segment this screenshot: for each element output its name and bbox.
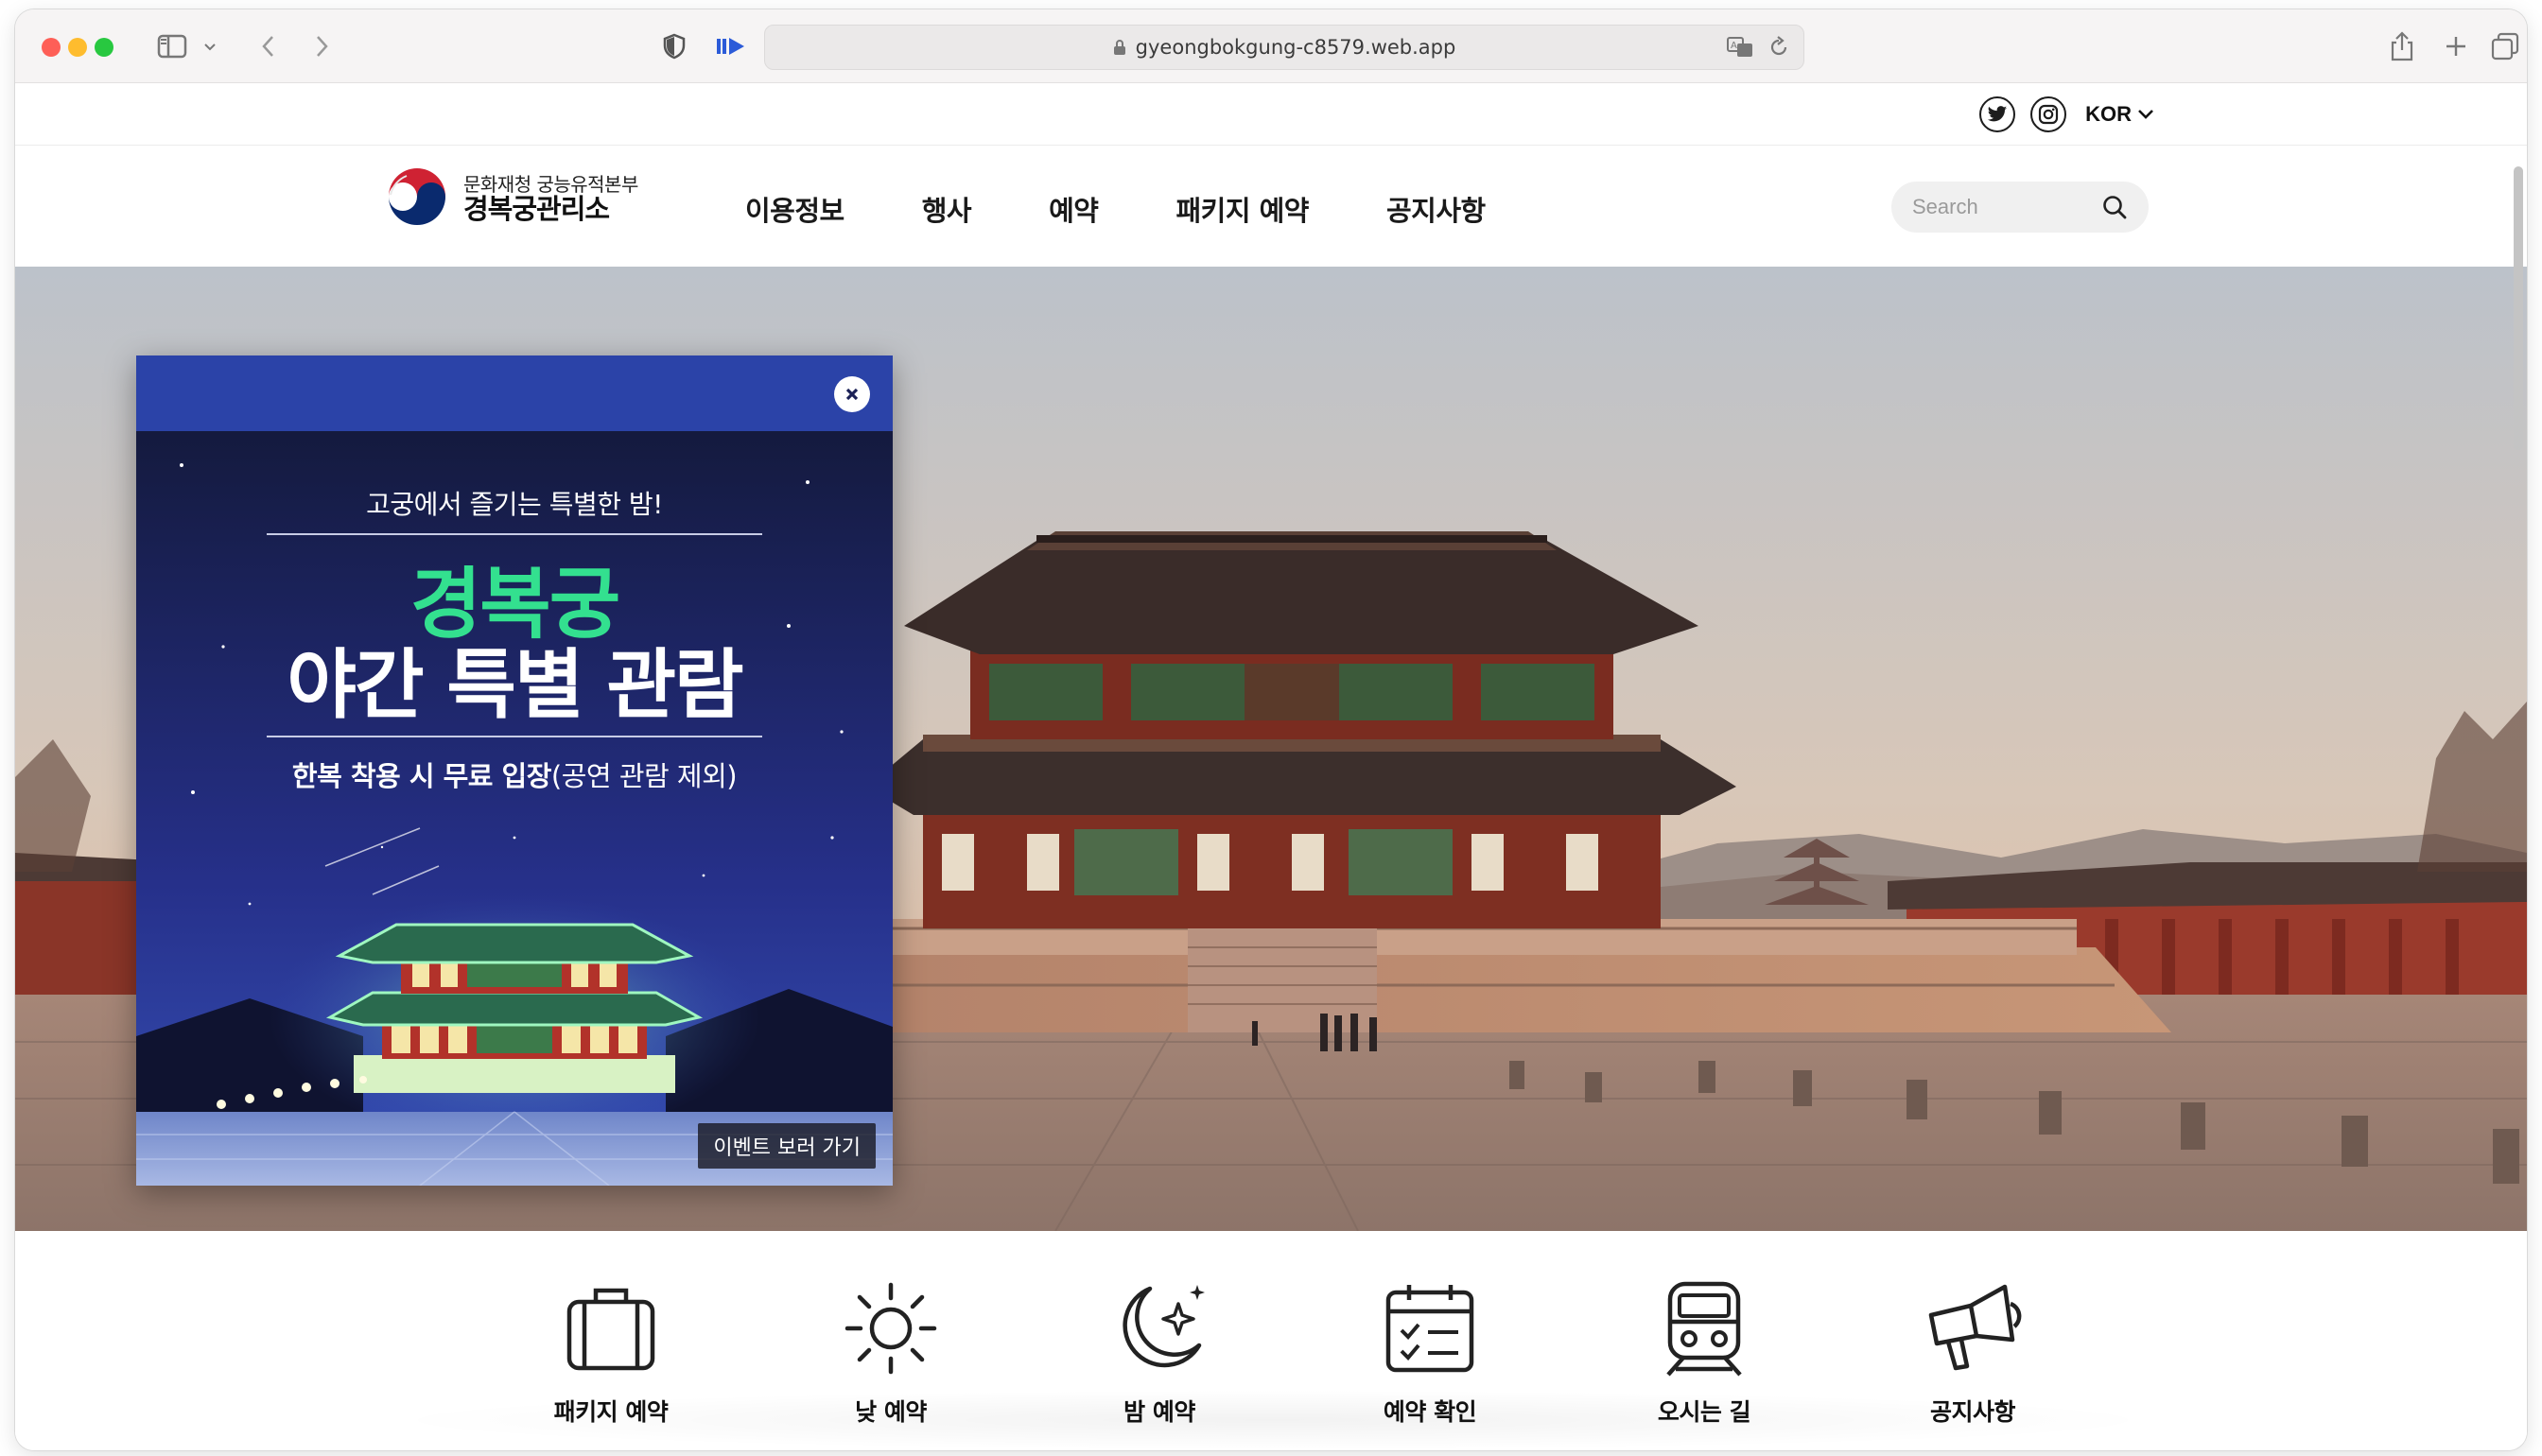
main-navigation: 문화재청 궁능유적본부 경복궁관리소 이용정보 행사 예약 패키지 예약 공지사… [15,146,2527,267]
megaphone-icon [1928,1284,2022,1371]
shield-icon [663,33,686,60]
chevron-right-icon [317,36,328,57]
menu-item-events[interactable]: 행사 [922,189,972,229]
popup-title-night-tour: 야간 특별 관람 [287,641,743,729]
svg-text:A: A [1731,41,1737,51]
sun-icon [844,1282,937,1375]
menu-item-package-reservation[interactable]: 패키지 예약 [1175,189,1309,229]
quick-check-reservation[interactable]: 예약 확인 [1335,1276,1524,1428]
chevron-down-icon [204,43,216,51]
quick-notice[interactable]: 공지사항 [1878,1276,2067,1428]
quick-label: 예약 확인 [1383,1398,1477,1426]
url-text: gyeongbokgung-c8579.web.app [1135,36,1456,59]
translate-icon[interactable]: A [1726,34,1754,61]
search-icon[interactable] [2101,194,2128,220]
hero-banner: 고궁에서 즐기는 특별한 밤! 경복궁 야간 특별 관람 한복 착용 시 무료 … [15,267,2527,1231]
taegeuk-logo-icon [387,168,447,230]
browser-window: gyeongbokgung-c8579.web.app A KOR 문화재청 궁… [15,9,2527,1450]
quick-night-reservation[interactable]: 밤 예약 [1065,1276,1254,1428]
quick-package-reservation[interactable]: 패키지 예약 [516,1276,705,1428]
site-logo[interactable]: 문화재청 궁능유적본부 경복궁관리소 [384,166,638,233]
sidebar-toggle-button[interactable] [157,30,189,62]
instagram-link[interactable] [2030,96,2067,132]
menu-bar: 이용정보 행사 예약 패키지 예약 공지사항 [745,189,1563,229]
share-button[interactable] [2389,30,2415,62]
quick-label: 공지사항 [1929,1398,2016,1426]
forward-button[interactable] [312,30,331,62]
quick-label: 낮 예약 [855,1398,927,1426]
quick-label: 오시는 길 [1657,1398,1751,1426]
web-page: KOR 문화재청 궁능유적본부 경복궁관리소 이용정보 행사 예약 패키지 예약… [15,83,2527,1450]
twitter-icon [1988,106,2008,122]
instagram-icon [2039,104,2059,125]
language-label: KOR [2085,102,2132,126]
popup-note-rest: (공연 관람 제외) [550,760,738,792]
moon-icon [1123,1285,1205,1368]
calendar-check-icon [1385,1285,1474,1373]
close-window-button[interactable] [42,38,61,57]
menu-item-reservation[interactable]: 예약 [1049,189,1099,229]
popup-content[interactable]: 고궁에서 즐기는 특별한 밤! 경복궁 야간 특별 관람 한복 착용 시 무료 … [136,431,893,1186]
reload-icon[interactable] [1767,34,1790,61]
lock-icon [1113,40,1125,55]
menu-item-notice[interactable]: 공지사항 [1386,189,1486,229]
search-box [1891,182,2149,233]
popup-note-bold: 한복 착용 시 무료 입장 [291,760,552,792]
twitter-link[interactable] [1979,96,2016,132]
address-bar[interactable]: gyeongbokgung-c8579.web.app A [764,25,1804,70]
quick-directions[interactable]: 오시는 길 [1610,1276,1799,1428]
tab-overview-button[interactable] [2491,30,2519,62]
popup-note: 한복 착용 시 무료 입장(공연 관람 제외) [136,754,893,794]
tabs-icon [2491,32,2519,61]
play-forward-icon [717,38,744,55]
minimize-window-button[interactable] [68,38,87,57]
luggage-icon [566,1288,655,1371]
popup-divider-top [267,533,762,535]
page-scrollbar[interactable] [2514,166,2523,450]
chevron-left-icon [262,36,273,57]
plus-icon [2446,37,2465,56]
share-icon [2391,31,2413,61]
chevron-down-icon [2138,110,2153,119]
privacy-shield-button[interactable] [662,30,687,62]
train-icon [1666,1281,1742,1377]
back-button[interactable] [259,30,278,62]
logo-title: 경복궁관리소 [463,193,610,226]
browser-toolbar: gyeongbokgung-c8579.web.app A [15,9,2527,83]
tab-group-dropdown[interactable] [202,30,218,62]
extension-button[interactable] [715,30,747,62]
fullscreen-window-button[interactable] [95,38,113,57]
quick-day-reservation[interactable]: 낮 예약 [796,1276,985,1428]
language-selector[interactable]: KOR [2085,102,2154,127]
search-input[interactable] [1912,195,2101,219]
popup-tagline: 고궁에서 즐기는 특별한 밤! [366,489,663,520]
popup-divider-bottom [267,736,762,737]
popup-close-button[interactable] [834,376,870,412]
sidebar-icon [157,34,187,59]
quick-label: 밤 예약 [1123,1398,1195,1426]
popup-header [136,355,893,431]
event-popup: 고궁에서 즐기는 특별한 밤! 경복궁 야간 특별 관람 한복 착용 시 무료 … [136,355,893,1186]
menu-item-info[interactable]: 이용정보 [745,189,844,229]
utility-bar: KOR [15,83,2527,146]
quick-label: 패키지 예약 [553,1398,669,1426]
quick-menu: 패키지 예약 낮 예약 밤 예약 예약 확인 오시는 길 공지사항 [15,1231,2527,1450]
close-icon [845,388,859,401]
logo-subtitle: 문화재청 궁능유적본부 [463,173,638,197]
new-tab-button[interactable] [2444,30,2468,62]
view-event-button[interactable]: 이벤트 보러 가기 [698,1123,876,1169]
